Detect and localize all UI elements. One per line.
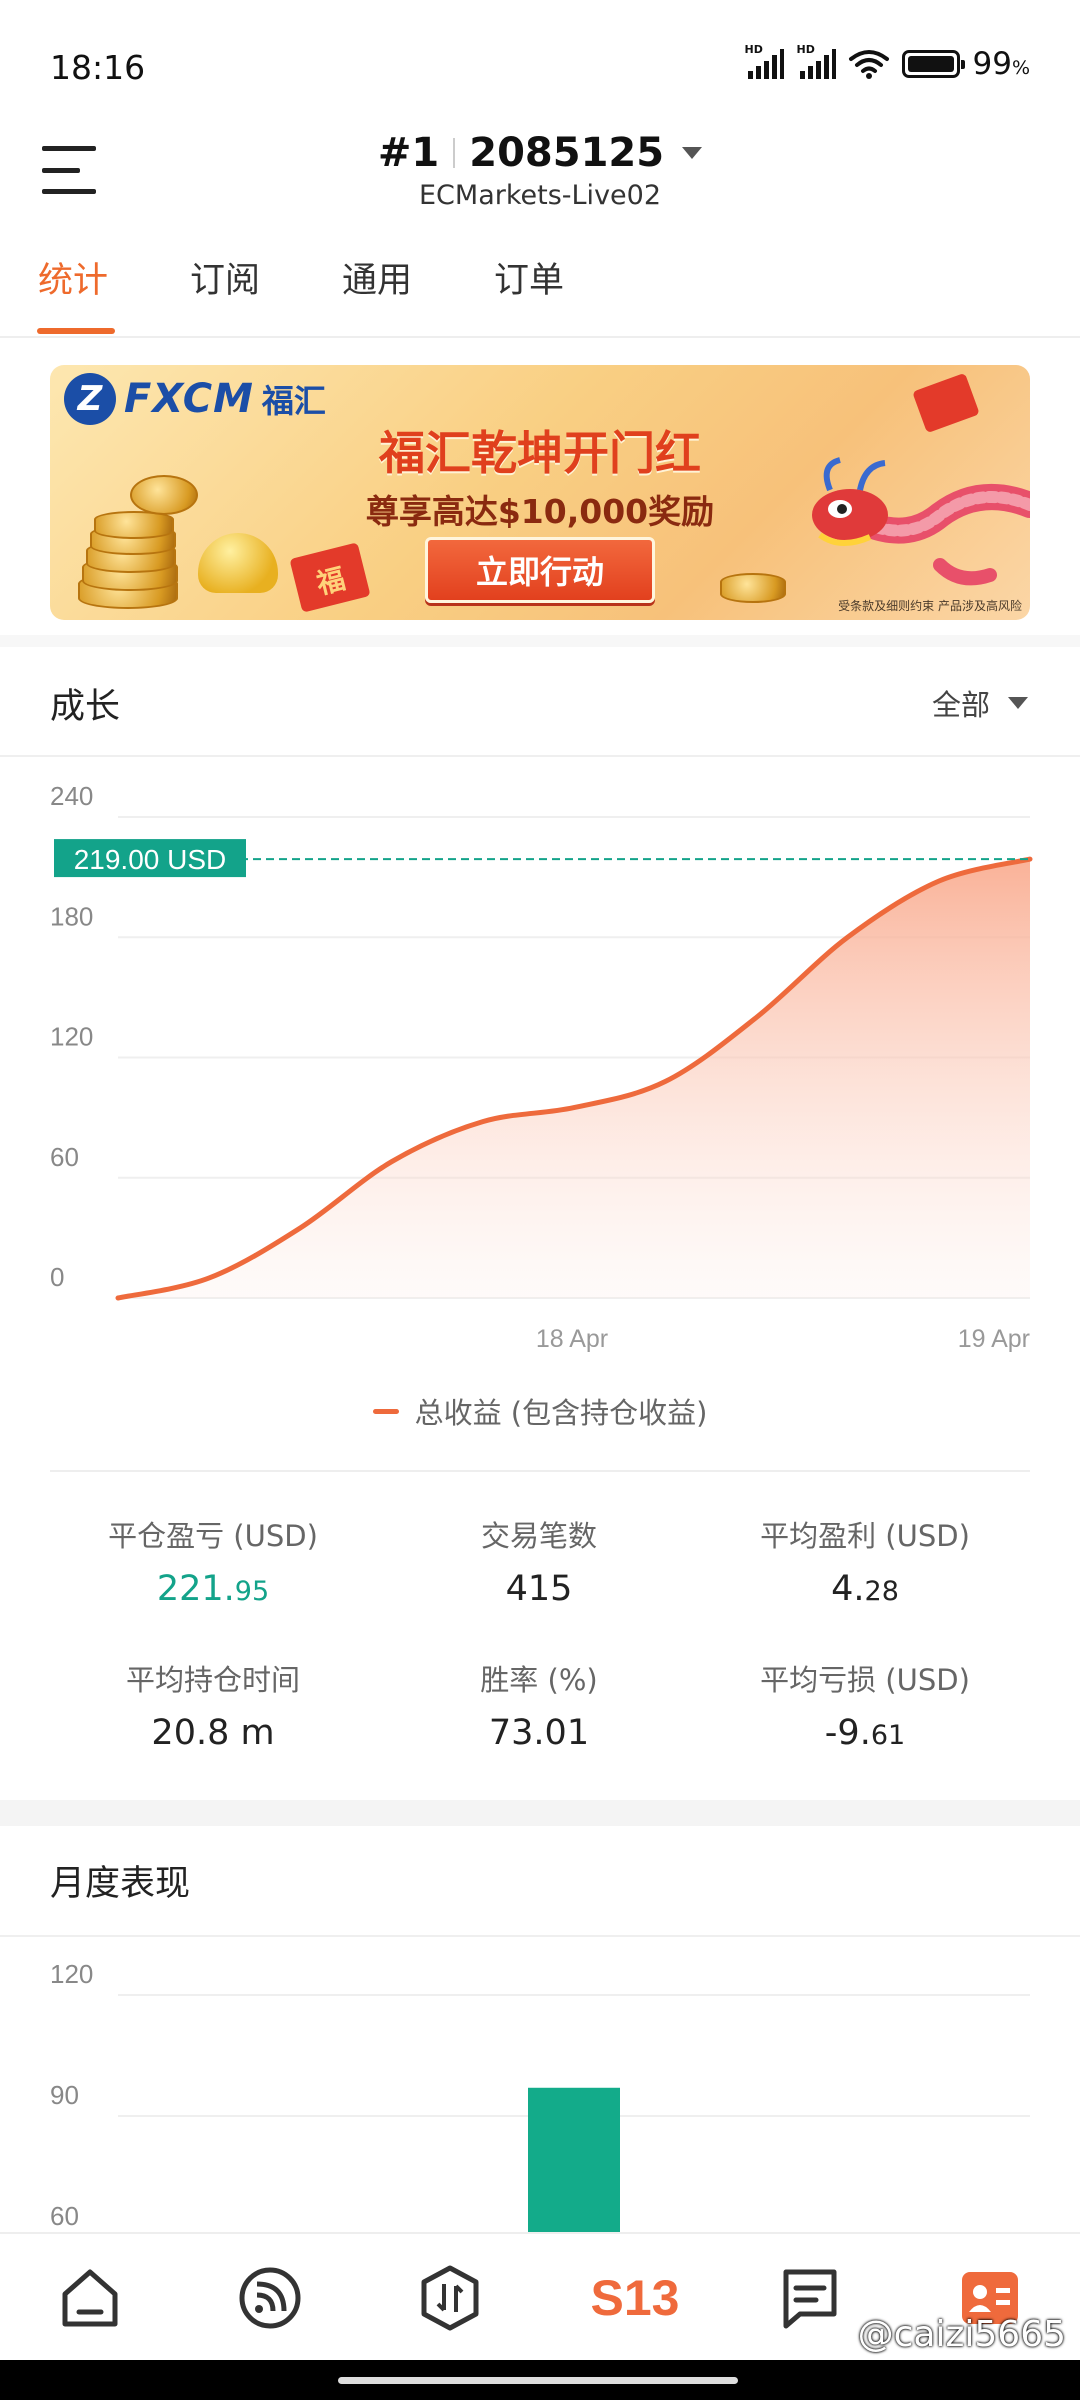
growth-area-chart: 240 180 120 60 0 219.00 USD 18 Apr 19 Apr <box>50 781 1033 1353</box>
watermark: @caizi5665 <box>857 2314 1066 2355</box>
account-separator <box>453 138 456 168</box>
dragon-illustration <box>812 457 1030 586</box>
chevron-down-icon <box>1008 697 1028 709</box>
s13-logo: S13 <box>591 2271 680 2325</box>
chevron-down-icon <box>682 147 703 159</box>
section-divider <box>0 1935 1080 1937</box>
status-icons: HD HD 99% <box>744 43 1030 82</box>
brand-name: FXCM <box>124 376 254 422</box>
status-bar: 18:16 HD HD 99% <box>0 0 1080 112</box>
monthly-title: 月度表现 <box>50 1864 191 1904</box>
tab-bar: 统计 订阅 通用 订单 <box>0 230 1080 338</box>
stat-label: 平均亏损 (USD) <box>760 1663 970 1697</box>
stat-item: 平均持仓时间 20.8 m <box>50 1657 376 1753</box>
series-area <box>118 859 1030 1298</box>
hd-label: HD <box>744 43 763 56</box>
status-time: 18:16 <box>50 48 146 87</box>
stats-grid <box>50 1470 1030 1472</box>
banner-fine-print: 受条款及细则约束 产品涉及高风险 <box>838 599 1022 613</box>
stat-item: 平仓盈亏 (USD) 221.95 <box>50 1513 376 1609</box>
wifi-icon <box>849 50 890 79</box>
y-tick-label: 120 <box>50 1022 93 1052</box>
banner-cta-button[interactable]: 立即行动 <box>425 537 655 603</box>
signal-icon: HD <box>744 43 785 79</box>
y-tick-label: 120 <box>50 1959 93 1989</box>
signal-icon-2: HD <box>796 43 837 79</box>
nav-s13[interactable]: S13 <box>585 2258 685 2338</box>
red-envelope-illustration: 福 <box>289 542 371 613</box>
svg-text:S13: S13 <box>591 2271 680 2325</box>
monthly-bar-chart: 120 90 60 <box>50 1959 1030 2232</box>
stat-label: 交易笔数 <box>480 1519 597 1553</box>
gold-ingot-illustration <box>198 533 278 593</box>
y-tick-label: 180 <box>50 901 93 931</box>
nav-signals[interactable] <box>230 2258 310 2338</box>
growth-title: 成长 <box>50 687 121 727</box>
stat-value: 73.01 <box>488 1713 590 1753</box>
section-divider <box>0 755 1080 757</box>
y-tick-label: 0 <box>50 1262 64 1292</box>
filter-label: 全部 <box>931 688 990 722</box>
app-header: #1 2085125 ECMarkets-Live02 <box>0 112 1080 230</box>
chart-legend: 总收益 (包含持仓收益) <box>0 1390 1080 1432</box>
y-tick-label: 240 <box>50 781 93 811</box>
section-gap <box>0 635 1080 647</box>
account-switcher[interactable]: #1 2085125 ECMarkets-Live02 <box>0 130 1080 211</box>
y-tick-label: 90 <box>50 2080 79 2110</box>
server-name: ECMarkets-Live02 <box>418 180 662 211</box>
y-tick-label: 60 <box>50 2201 79 2231</box>
section-gap <box>0 1800 1080 1826</box>
current-value-label: 219.00 USD <box>74 844 227 875</box>
stat-value: 4.28 <box>831 1569 899 1609</box>
tab-orders[interactable]: 订单 <box>494 252 564 303</box>
stat-value: 221.95 <box>156 1569 270 1609</box>
y-tick-label: 60 <box>50 1142 79 1172</box>
stat-label: 平均持仓时间 <box>125 1663 300 1697</box>
stat-value: 415 <box>505 1569 573 1609</box>
stat-item: 平均盈利 (USD) 4.28 <box>702 1513 1028 1609</box>
account-index: #1 <box>377 130 440 176</box>
signal-feed-icon <box>239 2267 301 2329</box>
stat-label: 平仓盈亏 (USD) <box>108 1519 318 1553</box>
tab-stats[interactable]: 统计 <box>38 252 108 303</box>
gesture-bar <box>0 2360 1080 2400</box>
brand-name-cn: 福汇 <box>261 382 326 420</box>
stat-value: 20.8 m <box>151 1713 275 1753</box>
x-tick-label: 19 Apr <box>958 1325 1030 1353</box>
x-tick-label: 18 Apr <box>536 1325 608 1353</box>
stat-item: 平均亏损 (USD) -9.61 <box>702 1657 1028 1753</box>
promo-banner[interactable]: Z FXCM 福汇 福汇乾坤开门红 尊享高达$10,000奖励 立即行动 福 受… <box>50 365 1030 620</box>
tab-subscribe[interactable]: 订阅 <box>190 252 260 303</box>
stat-item: 交易笔数 415 <box>376 1513 702 1609</box>
stat-label: 平均盈利 (USD) <box>760 1519 970 1553</box>
trade-icon <box>421 2265 479 2331</box>
legend-label: 总收益 (包含持仓收益) <box>414 1396 708 1430</box>
stat-value: -9.61 <box>824 1713 906 1753</box>
legend-swatch <box>372 1408 399 1414</box>
hd-label-2: HD <box>796 43 815 56</box>
battery-icon <box>902 50 966 78</box>
message-icon <box>783 2269 837 2329</box>
bar-apr <box>528 2087 620 2232</box>
nav-messages[interactable] <box>770 2258 850 2338</box>
home-icon <box>62 2269 118 2327</box>
tab-indicator <box>37 328 115 334</box>
nav-home[interactable] <box>50 2258 130 2338</box>
stat-label: 胜率 (%) <box>480 1663 598 1697</box>
stat-item: 胜率 (%) 73.01 <box>376 1657 702 1753</box>
nav-trade[interactable] <box>410 2258 490 2338</box>
tab-general[interactable]: 通用 <box>342 252 412 303</box>
home-indicator[interactable] <box>338 2377 738 2384</box>
growth-filter-dropdown[interactable]: 全部 <box>932 682 1028 724</box>
battery-percent: 99% <box>972 46 1030 82</box>
account-number: 2085125 <box>469 130 665 176</box>
